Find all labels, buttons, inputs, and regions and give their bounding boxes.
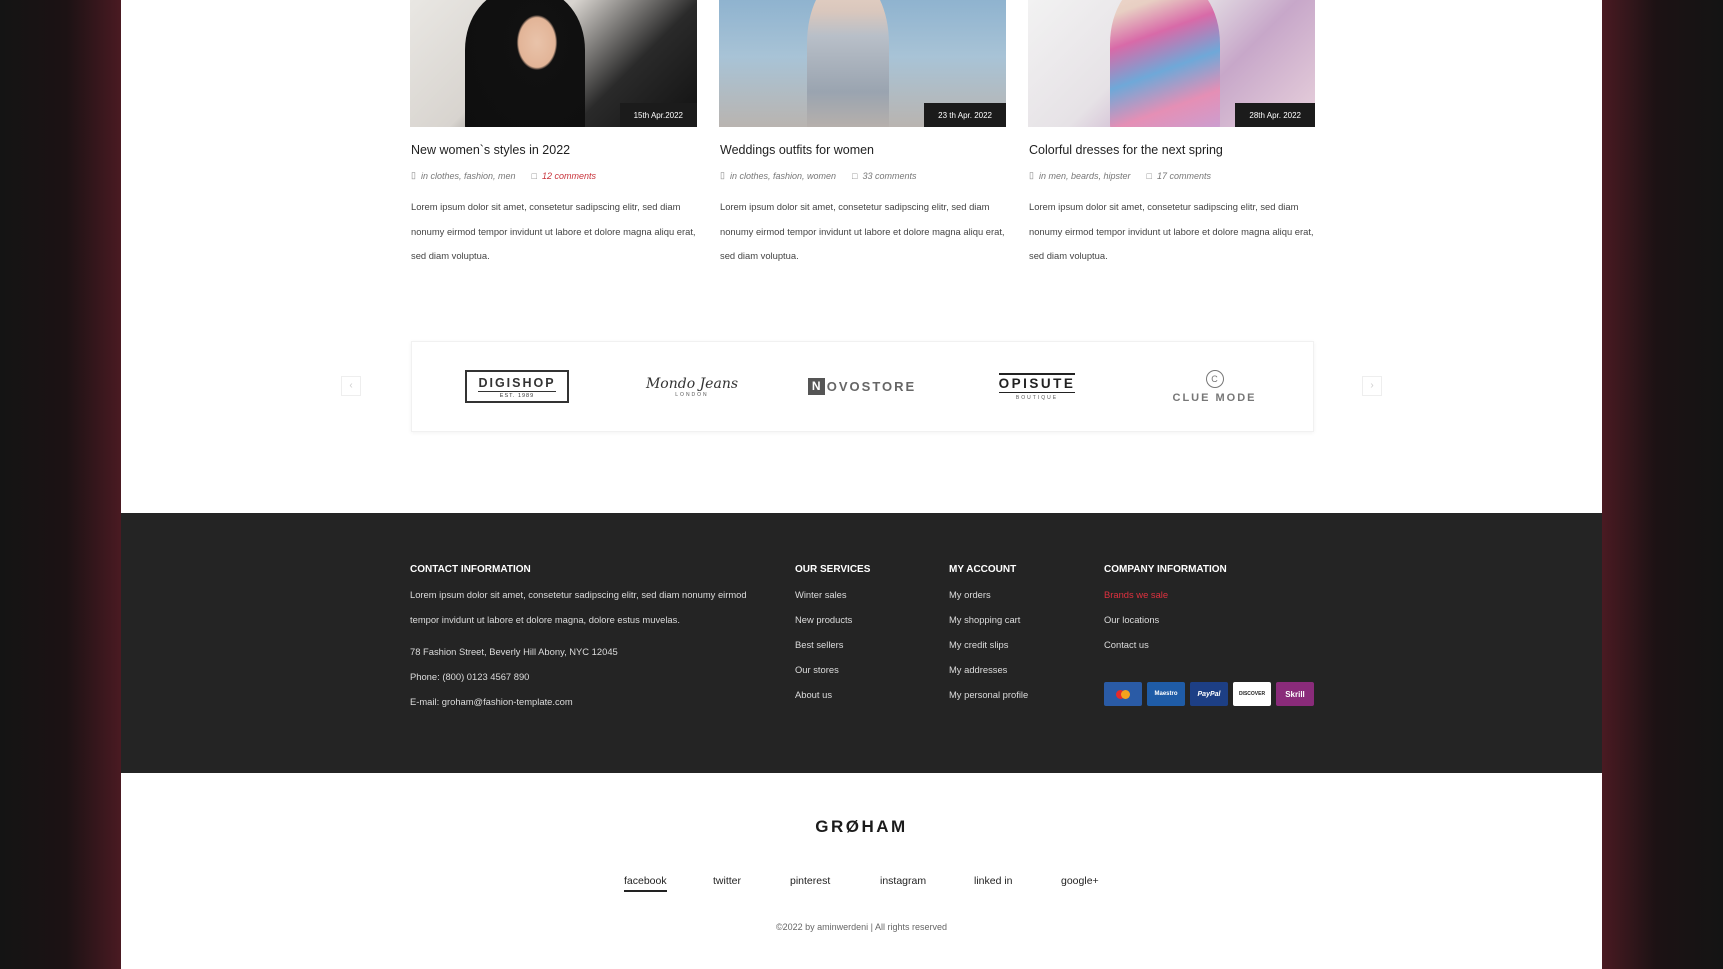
brand-logo-opisute[interactable]: OPISUTE BOUTIQUE [982,342,1092,431]
social-link-twitter[interactable]: twitter [713,875,741,887]
right-backdrop [1602,0,1723,969]
post-tags[interactable]: in men, beards, hipster [1039,171,1131,181]
brand-name: CLUE MODE [1172,391,1257,404]
contact-phone: Phone: (800) 0123 4567 890 [410,671,530,682]
blog-card: 15th Apr.2022 New women`s styles in 2022… [410,0,697,261]
blog-card: 23 th Apr. 2022 Weddings outfits for wom… [719,0,1006,261]
contact-address: 78 Fashion Street, Beverly Hill Abony, N… [410,646,618,657]
paypal-icon: PayPal [1190,682,1228,706]
brand-name: DIGISHOP [478,376,556,390]
payment-methods: Maestro PayPal DISCOVER Skrill [1104,682,1314,706]
skrill-icon: Skrill [1276,682,1314,706]
footer-link[interactable]: My credit slips [949,639,1008,650]
blog-card-image[interactable]: 28th Apr. 2022 [1028,0,1315,127]
social-link-linkedin[interactable]: linked in [974,875,1013,887]
brand-sub: LONDON [675,391,709,398]
post-title[interactable]: Colorful dresses for the next spring [1029,143,1223,157]
model-figure [807,0,889,127]
footer-link[interactable]: Brands we sale [1104,589,1168,600]
post-comments[interactable]: 12 comments [542,171,596,181]
footer-account: MY ACCOUNT My orders My shopping cart My… [949,564,1028,700]
post-tags[interactable]: in clothes, fashion, men [421,171,516,181]
brand-sub: BOUTIQUE [1015,394,1059,401]
social-link-pinterest[interactable]: pinterest [790,875,830,887]
site-footer: CONTACT INFORMATION Lorem ipsum dolor si… [121,513,1602,773]
brands-carousel: DIGISHOP EST. 1989 Mondo Jeans LONDON N … [411,341,1314,432]
comment-icon: □ [852,170,858,181]
post-date: 23 th Apr. 2022 [924,103,1006,127]
carousel-prev-button[interactable]: ‹ [341,376,361,396]
copyright: ©2022 by aminwerdeni | All rights reserv… [775,922,948,932]
post-meta: ▯ in clothes, fashion, women □ 33 commen… [720,170,916,181]
blog-card-image[interactable]: 15th Apr.2022 [410,0,697,127]
brand-sub: EST. 1989 [478,391,556,399]
post-title[interactable]: Weddings outfits for women [720,143,874,157]
brand-logo-novostore[interactable]: N OVOSTORE [797,342,927,431]
contact-text: tempor invidunt ut labore et dolore magn… [410,614,680,625]
brand-name: OPISUTE [998,372,1076,393]
model-figure [465,0,585,127]
social-link-googleplus[interactable]: google+ [1061,875,1099,887]
footer-heading: OUR SERVICES [795,564,871,575]
post-comments[interactable]: 17 comments [1157,171,1211,181]
footer-heading: MY ACCOUNT [949,564,1017,575]
brand-name: OVOSTORE [826,379,917,394]
post-meta: ▯ in men, beards, hipster □ 17 comments [1029,170,1211,181]
social-link-facebook[interactable]: facebook [624,875,667,892]
left-backdrop [0,0,121,969]
laurel-icon: C [1205,369,1224,388]
brand-logo-digishop[interactable]: DIGISHOP EST. 1989 [462,342,572,431]
footer-heading: CONTACT INFORMATION [410,564,531,575]
post-excerpt: Lorem ipsum dolor sit amet, consetetur s… [411,201,696,262]
brand-letter: N [807,378,825,395]
mastercard-icon [1104,682,1142,706]
footer-link[interactable]: Our locations [1104,614,1159,625]
brand-logo-mondo-jeans[interactable]: Mondo Jeans LONDON [637,342,747,431]
footer-link[interactable]: Winter sales [795,589,847,600]
contact-email[interactable]: E-mail: groham@fashion-template.com [410,696,573,707]
footer-link[interactable]: Best sellers [795,639,843,650]
page: 15th Apr.2022 New women`s styles in 2022… [121,0,1602,969]
post-excerpt: Lorem ipsum dolor sit amet, consetetur s… [1029,201,1314,262]
post-date: 15th Apr.2022 [619,103,697,127]
contact-text: Lorem ipsum dolor sit amet, consetetur s… [410,589,747,600]
comment-icon: □ [1146,170,1152,181]
footer-link[interactable]: Our stores [795,664,839,675]
post-comments[interactable]: 33 comments [862,171,916,181]
footer-link[interactable]: About us [795,689,832,700]
brand-logo-clue-mode[interactable]: C CLUE MODE [1157,342,1272,431]
post-tags[interactable]: in clothes, fashion, women [730,171,836,181]
blog-card: 28th Apr. 2022 Colorful dresses for the … [1028,0,1315,261]
footer-link[interactable]: My orders [949,589,991,600]
footer-link[interactable]: New products [795,614,852,625]
footer-link[interactable]: My addresses [949,664,1007,675]
social-link-instagram[interactable]: instagram [880,875,926,887]
post-date: 28th Apr. 2022 [1235,103,1315,127]
model-figure [1110,0,1220,127]
footer-heading: COMPANY INFORMATION [1104,564,1227,575]
footer-contact: CONTACT INFORMATION Lorem ipsum dolor si… [410,564,747,707]
post-title[interactable]: New women`s styles in 2022 [411,143,570,157]
footer-link[interactable]: My shopping cart [949,614,1020,625]
post-excerpt: Lorem ipsum dolor sit amet, consetetur s… [720,201,1005,262]
footer-services: OUR SERVICES Winter sales New products B… [795,564,871,700]
site-logo[interactable]: GRØHAM [121,817,1602,837]
chevron-right-icon: › [1370,380,1374,391]
footer-company: COMPANY INFORMATION Brands we sale Our l… [1104,564,1227,650]
blog-card-image[interactable]: 23 th Apr. 2022 [719,0,1006,127]
maestro-icon: Maestro [1147,682,1185,706]
footer-link[interactable]: Contact us [1104,639,1149,650]
chevron-left-icon: ‹ [349,380,353,391]
post-meta: ▯ in clothes, fashion, men □ 12 comments [411,170,596,181]
footer-link[interactable]: My personal profile [949,689,1028,700]
bookmark-icon: ▯ [720,170,725,180]
bookmark-icon: ▯ [1029,170,1034,180]
discover-icon: DISCOVER [1233,682,1271,706]
comment-icon: □ [531,170,537,181]
bookmark-icon: ▯ [411,170,416,180]
carousel-next-button[interactable]: › [1362,376,1382,396]
brand-name: Mondo Jeans [645,375,739,392]
